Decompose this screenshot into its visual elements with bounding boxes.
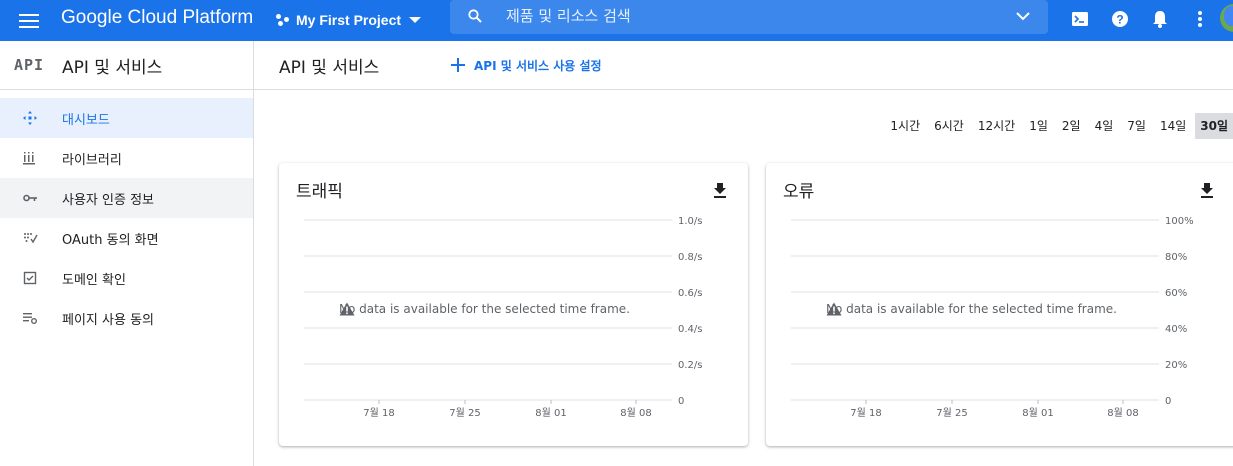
x-tick-label: 8월 01 (535, 407, 566, 419)
sidebar-item-label: 페이지 사용 동의 (62, 313, 154, 328)
main-header: API 및 서비스 API 및 서비스 사용 설정 (254, 41, 1233, 90)
svg-text:?: ? (1116, 13, 1123, 27)
x-tick-label: 8월 01 (1022, 407, 1053, 419)
y-tick-label: 20% (1165, 360, 1187, 371)
y-tick-label: 0 (678, 396, 684, 407)
time-range-selector: 1시간 6시간 12시간 1일 2일 4일 7일 14일 30일 (881, 113, 1233, 139)
range-2d[interactable]: 2일 (1057, 113, 1086, 139)
settings-list-icon (23, 313, 37, 324)
sidebar-item-label: 라이브러리 (62, 153, 122, 168)
key-icon (23, 194, 37, 202)
caret-down-icon (409, 17, 422, 23)
plus-icon (450, 57, 466, 73)
top-app-bar: Google Cloud Platform My First Project ? (0, 0, 1233, 41)
y-tick-label: 0.6/s (678, 288, 702, 299)
sidebar-title: API 및 서비스 (62, 58, 163, 78)
x-tick-label: 7월 25 (936, 407, 967, 419)
api-logo: API (14, 56, 45, 74)
range-30d[interactable]: 30일 (1195, 113, 1233, 139)
y-tick-label: 100% (1165, 216, 1194, 227)
oauth-icon (24, 233, 38, 244)
dashboard-icon (23, 111, 37, 125)
menu-icon[interactable] (12, 6, 46, 34)
range-7d[interactable]: 7일 (1122, 113, 1151, 139)
page-title: API 및 서비스 (279, 58, 380, 78)
sidebar-item-domain-verification[interactable]: 도메인 확인 (0, 258, 253, 298)
range-14d[interactable]: 14일 (1155, 113, 1191, 139)
sidebar: API API 및 서비스 대시보드 라이브러리 사용자 인증 정보 OAuth… (0, 41, 254, 466)
y-tick-label: 0.8/s (678, 252, 702, 263)
warning-icon (826, 302, 842, 316)
cloud-shell-icon[interactable] (1069, 8, 1091, 30)
sidebar-item-dashboard[interactable]: 대시보드 (0, 98, 253, 138)
no-data-message: No data is available for the selected ti… (339, 302, 630, 316)
project-name: My First Project (296, 12, 402, 28)
sidebar-item-library[interactable]: 라이브러리 (0, 138, 253, 178)
range-6h[interactable]: 6시간 (929, 113, 969, 139)
sidebar-item-oauth-consent[interactable]: OAuth 동의 화면 (0, 218, 253, 258)
enable-apis-button[interactable]: API 및 서비스 사용 설정 (450, 52, 602, 78)
sidebar-item-credentials[interactable]: 사용자 인증 정보 (0, 178, 253, 218)
checkbox-icon (23, 271, 37, 285)
sidebar-item-label: 도메인 확인 (62, 273, 126, 288)
no-data-text: No data is available for the selected ti… (826, 302, 1117, 316)
search-icon (468, 9, 482, 23)
x-tick-label: 7월 25 (449, 407, 480, 419)
range-4d[interactable]: 4일 (1090, 113, 1119, 139)
project-selector[interactable]: My First Project (276, 8, 422, 32)
project-dots-icon (276, 13, 290, 27)
sidebar-item-label: OAuth 동의 화면 (62, 233, 159, 248)
sidebar-item-page-usage-agreement[interactable]: 페이지 사용 동의 (0, 298, 253, 338)
search-input[interactable] (504, 5, 984, 27)
y-tick-label: 0 (1165, 396, 1171, 407)
sidebar-item-label: 대시보드 (62, 113, 110, 128)
chevron-down-icon[interactable] (1015, 8, 1031, 24)
avatar[interactable] (1220, 4, 1233, 32)
enable-apis-label: API 및 서비스 사용 설정 (474, 58, 602, 73)
y-tick-label: 1.0/s (678, 216, 702, 227)
traffic-card: 트래픽 1.0/s 0.8/s 0.6/s 0.4/s 0.2/s 0 7월 18 7월 25… (279, 163, 748, 446)
sidebar-item-label: 사용자 인증 정보 (62, 193, 154, 208)
more-vert-icon[interactable] (1189, 8, 1211, 30)
y-tick-label: 60% (1165, 288, 1187, 299)
range-12h[interactable]: 12시간 (973, 113, 1020, 139)
no-data-message: No data is available for the selected ti… (826, 302, 1117, 316)
library-icon (23, 152, 35, 165)
x-tick-label: 8월 08 (620, 407, 651, 419)
errors-card: 오류 100% 80% 60% 40% 20% 0 7월 18 7월 25 8월 01 8월 08… (766, 163, 1233, 446)
no-data-text: No data is available for the selected ti… (339, 302, 630, 316)
brand-name[interactable]: Google Cloud Platform (61, 7, 253, 29)
y-tick-label: 0.4/s (678, 324, 702, 335)
sidebar-header: API API 및 서비스 (0, 41, 253, 90)
range-1h[interactable]: 1시간 (885, 113, 925, 139)
y-tick-label: 0.2/s (678, 360, 702, 371)
range-1d[interactable]: 1일 (1024, 113, 1053, 139)
notifications-icon[interactable] (1149, 8, 1171, 30)
x-tick-label: 7월 18 (363, 407, 394, 419)
y-tick-label: 40% (1165, 324, 1187, 335)
x-tick-label: 7월 18 (850, 407, 881, 419)
y-tick-label: 80% (1165, 252, 1187, 263)
search-bar[interactable] (450, 0, 1048, 34)
x-tick-label: 8월 08 (1107, 407, 1138, 419)
warning-icon (339, 302, 355, 316)
help-icon[interactable]: ? (1109, 8, 1131, 30)
